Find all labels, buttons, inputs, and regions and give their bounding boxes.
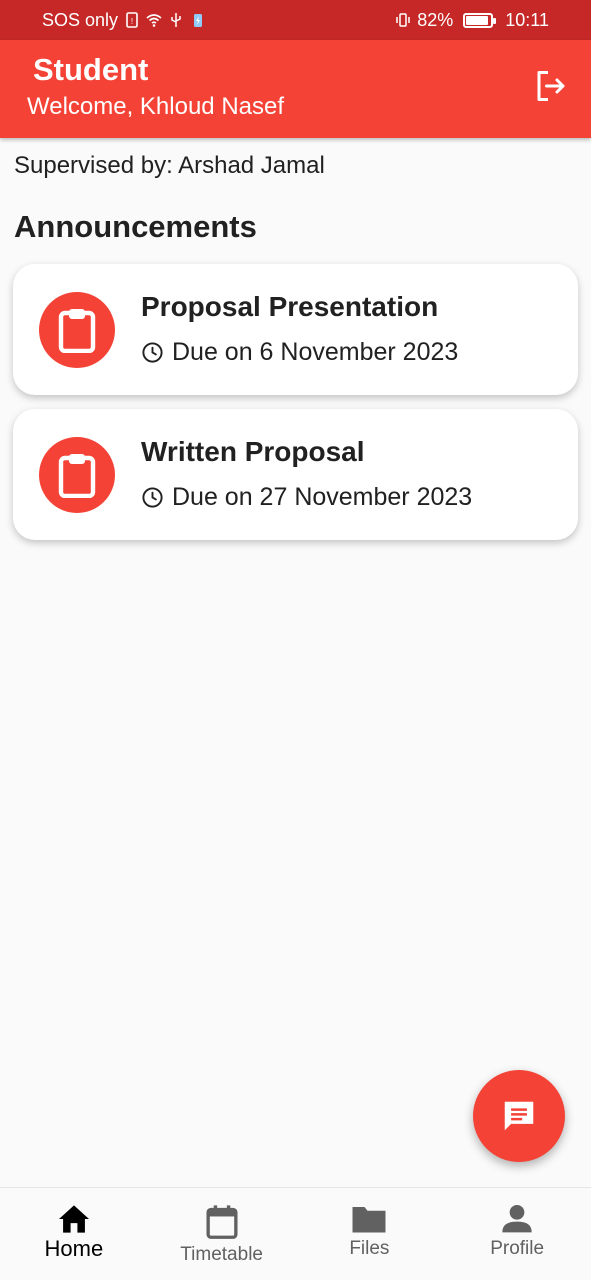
logout-button[interactable] xyxy=(529,64,573,108)
announcement-icon-circle xyxy=(39,437,115,513)
nav-label-home: Home xyxy=(44,1236,104,1261)
app-bar: Student Welcome, Khloud Nasef xyxy=(0,40,591,138)
nav-item-timetable[interactable]: Timetable xyxy=(148,1188,296,1280)
announcements-heading: Announcements xyxy=(14,209,257,244)
status-bar: SOS only ! 82% 10:11 xyxy=(0,0,591,40)
vibrate-icon xyxy=(396,13,410,27)
nav-item-profile[interactable]: Profile xyxy=(443,1188,591,1280)
nav-label-profile: Profile xyxy=(490,1238,545,1259)
status-right: 82% 10:11 xyxy=(395,10,549,31)
status-left: SOS only ! xyxy=(42,10,206,31)
announcement-due: Due on 27 November 2023 xyxy=(141,483,472,512)
logout-icon xyxy=(537,71,565,101)
battery-level-fill xyxy=(466,15,488,25)
person-icon xyxy=(502,1205,532,1233)
nav-label-files: Files xyxy=(349,1238,390,1259)
announcement-title: Proposal Presentation xyxy=(141,291,439,322)
bottom-nav: Home Timetable Files Profile xyxy=(0,1187,591,1280)
home-icon xyxy=(58,1205,89,1233)
clipboard-icon xyxy=(58,454,96,498)
chat-icon xyxy=(504,1101,534,1131)
folder-icon xyxy=(352,1207,386,1233)
wifi-icon xyxy=(146,14,162,27)
sim-icon: ! xyxy=(126,12,138,28)
battery-icon xyxy=(463,12,497,28)
usb-icon xyxy=(171,13,181,27)
announcement-due-text: Due on 6 November 2023 xyxy=(172,338,459,366)
carrier-text: SOS only xyxy=(42,9,119,30)
calendar-icon xyxy=(206,1205,238,1239)
nav-item-files[interactable]: Files xyxy=(296,1188,444,1280)
nav-item-home[interactable]: Home xyxy=(0,1188,148,1280)
announcement-card[interactable]: Written Proposal Due on 27 November 2023 xyxy=(13,409,578,540)
clock-icon xyxy=(142,487,163,508)
announcement-title: Written Proposal xyxy=(141,436,365,467)
announcement-icon-circle xyxy=(39,292,115,368)
welcome-text: Welcome, Khloud Nasef xyxy=(27,93,285,120)
announcement-due-text: Due on 27 November 2023 xyxy=(172,483,473,511)
clipboard-icon xyxy=(58,309,96,353)
svg-text:!: ! xyxy=(131,17,133,26)
nav-label-timetable: Timetable xyxy=(180,1244,263,1265)
battery-percent: 82% xyxy=(417,9,454,30)
announcement-card[interactable]: Proposal Presentation Due on 6 November … xyxy=(13,264,578,395)
chat-fab-button[interactable] xyxy=(473,1070,565,1162)
clock-time: 10:11 xyxy=(505,9,549,30)
supervisor-text: Supervised by: Arshad Jamal xyxy=(14,152,325,179)
page-title: Student xyxy=(33,52,149,87)
clock-icon xyxy=(142,342,163,363)
announcement-due: Due on 6 November 2023 xyxy=(141,338,458,367)
battery-saver-icon xyxy=(194,14,203,27)
